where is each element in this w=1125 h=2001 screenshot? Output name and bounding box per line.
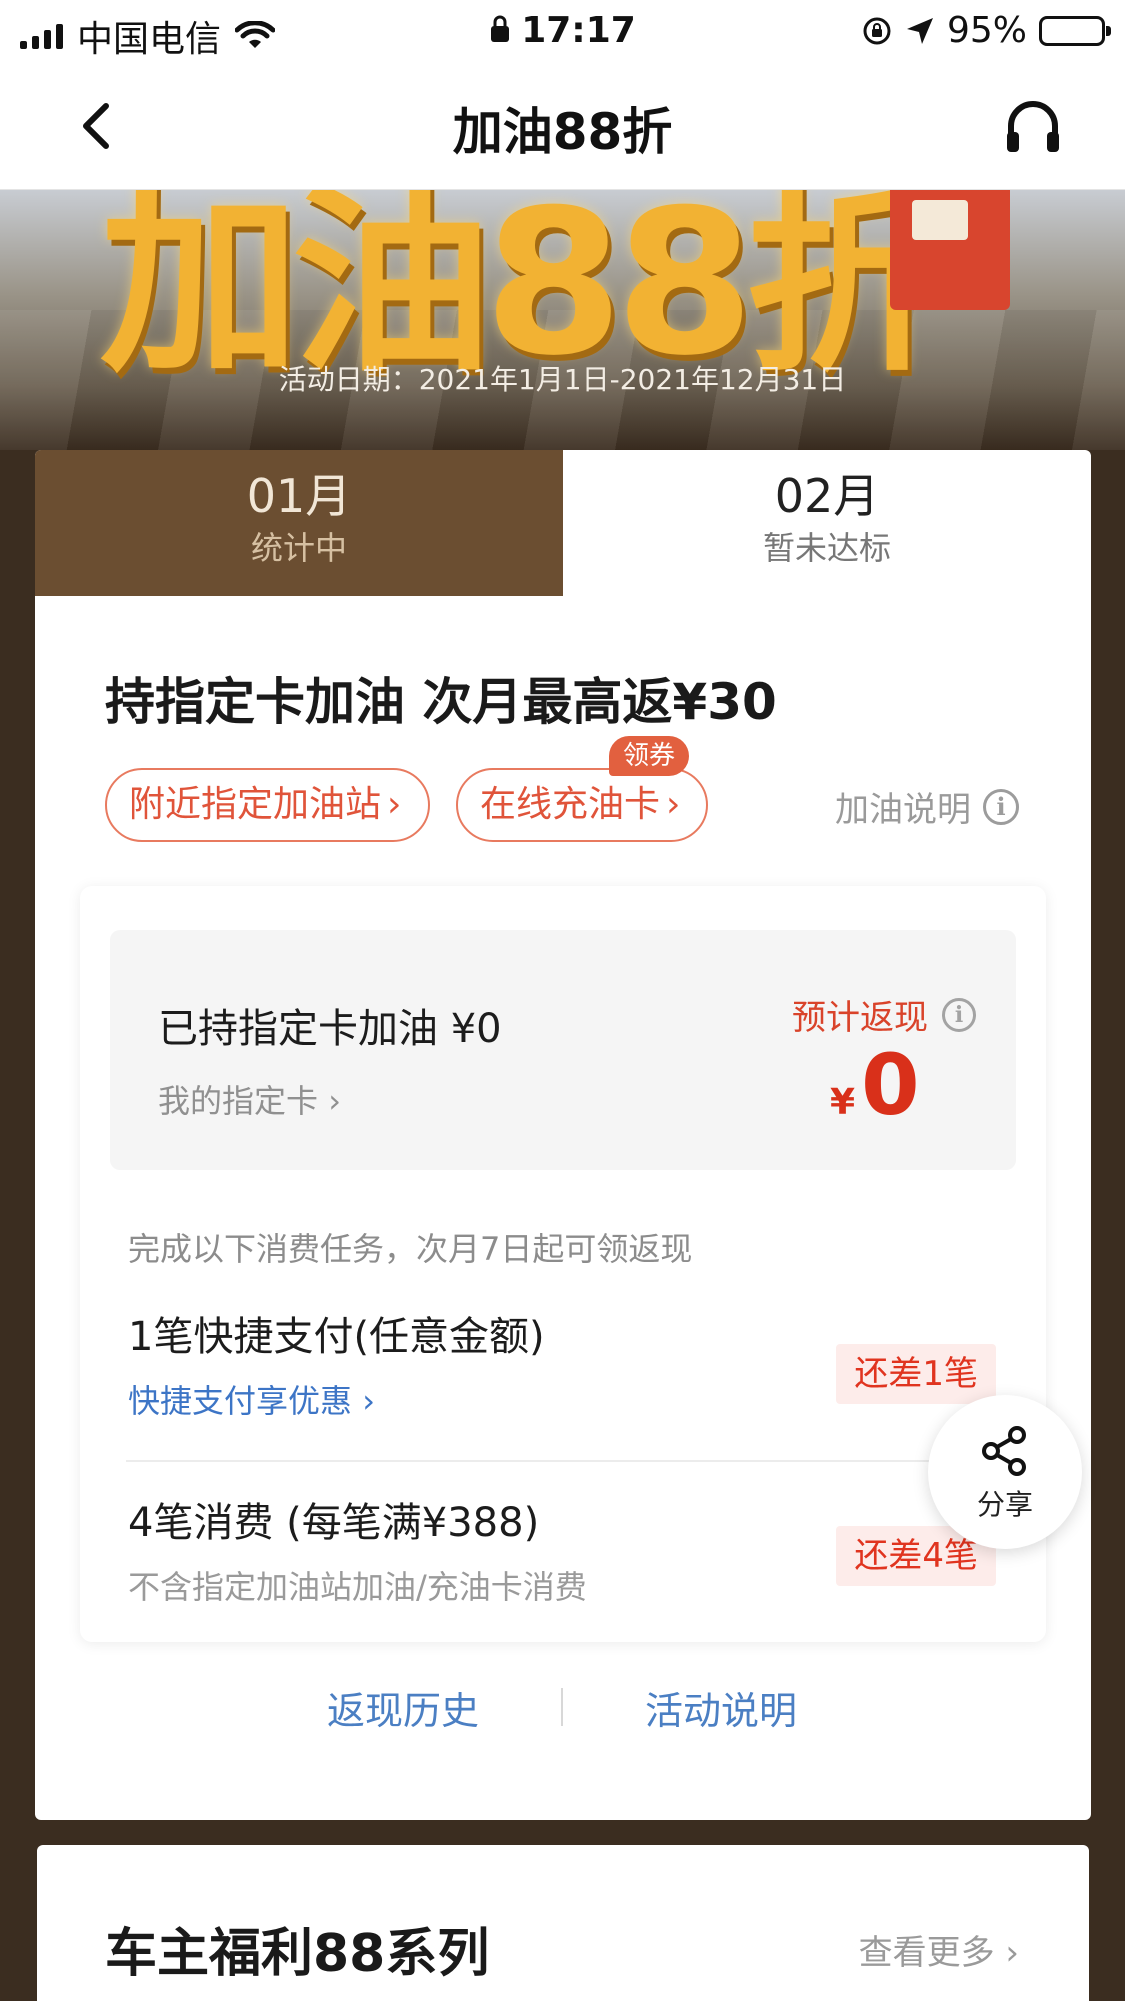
estimated-cashback-label: 预计返现 i: [792, 990, 976, 1039]
cashback-history-link[interactable]: 返现历史: [327, 1680, 479, 1735]
lock-icon: [491, 15, 510, 42]
footer-links: 返现历史 活动说明: [35, 1680, 1091, 1760]
share-icon: [982, 1426, 1026, 1476]
headset-icon[interactable]: [1001, 94, 1065, 158]
tab-status-label: 暂未达标: [762, 529, 891, 567]
view-more-label: 查看更多: [858, 1933, 995, 1973]
tab-month-02[interactable]: 02月 暂未达标: [563, 450, 1091, 596]
share-button[interactable]: 分享: [928, 1395, 1082, 1549]
clock: 17:17: [521, 10, 636, 51]
link-separator: [561, 1688, 563, 1726]
battery-percent: 95%: [946, 10, 1027, 51]
chevron-right-icon: ›: [666, 784, 681, 825]
page-title: 加油88折: [452, 103, 673, 161]
tab-month-01[interactable]: 01月 统计中: [35, 450, 563, 596]
cashback-stats: 已持指定卡加油 ¥0 我的指定卡 › 预计返现 i ¥0: [110, 930, 1016, 1170]
divider: [126, 1460, 996, 1462]
tab-status-label: 统计中: [250, 529, 347, 567]
main-card: 01月 统计中 02月 暂未达标 持指定卡加油 次月最高返¥30 附近指定加油站…: [35, 450, 1091, 1820]
location-icon: [906, 17, 933, 44]
refueled-amount: 已持指定卡加油 ¥0: [158, 1006, 502, 1052]
status-bar: 中国电信 17:17 95%: [0, 0, 1125, 62]
coupon-badge[interactable]: 领券: [609, 736, 690, 776]
chevron-right-icon: ›: [387, 784, 402, 825]
month-tabs: 01月 统计中 02月 暂未达标: [35, 450, 1091, 596]
nearby-stations-label: 附近指定加油站: [129, 784, 382, 825]
online-recharge-button[interactable]: 在线充油卡 ›: [456, 768, 708, 842]
chevron-right-icon: ›: [994, 1933, 1019, 1973]
currency-symbol: ¥: [830, 1082, 856, 1123]
info-icon[interactable]: i: [942, 997, 976, 1032]
tab-month-label: 01月: [246, 469, 352, 523]
tab-month-label: 02月: [774, 469, 880, 523]
task-tip: 完成以下消费任务，次月7日起可领返现: [128, 1230, 693, 1268]
task-remaining-badge: 还差1笔: [836, 1344, 996, 1404]
status-right: 95%: [861, 10, 1111, 51]
gas-pump-icon: [890, 190, 1010, 310]
series-card: 车主福利88系列 查看更多 ›: [37, 1845, 1089, 2001]
task-panel: 已持指定卡加油 ¥0 我的指定卡 › 预计返现 i ¥0 完成以下消费任务，次月…: [80, 886, 1046, 1642]
rotation-lock-icon: [863, 17, 891, 44]
activity-rules-link[interactable]: 活动说明: [645, 1680, 797, 1735]
online-recharge-label: 在线充油卡: [480, 784, 661, 825]
my-card-label: 我的指定卡: [158, 1082, 319, 1120]
promo-headline: 持指定卡加油 次月最高返¥30: [105, 673, 777, 731]
quick-pay-label: 快捷支付享优惠: [128, 1382, 353, 1420]
cashback-value: 0: [861, 1036, 920, 1134]
nav-bar: 加油88折: [0, 62, 1125, 190]
nearby-stations-button[interactable]: 附近指定加油站 ›: [105, 768, 430, 842]
share-label: 分享: [976, 1488, 1033, 1521]
activity-date: 活动日期：2021年1月1日-2021年12月31日: [278, 363, 847, 396]
battery-icon: [1039, 15, 1111, 46]
estimated-label: 预计返现: [792, 998, 928, 1038]
promo-banner: 加油88折 活动日期：2021年1月1日-2021年12月31日: [0, 190, 1125, 450]
my-card-link[interactable]: 我的指定卡 ›: [158, 1076, 341, 1122]
refuel-explain-link[interactable]: 加油说明 i: [835, 782, 1019, 831]
view-more-link[interactable]: 查看更多 ›: [859, 1925, 1019, 1974]
refuel-explain-label: 加油说明: [835, 790, 971, 830]
series-title: 车主福利88系列: [105, 1924, 490, 1984]
estimated-cashback-amount: ¥0: [830, 1036, 920, 1134]
chevron-right-icon: ›: [352, 1382, 375, 1420]
chevron-right-icon: ›: [328, 1082, 341, 1120]
info-icon: i: [983, 788, 1019, 825]
